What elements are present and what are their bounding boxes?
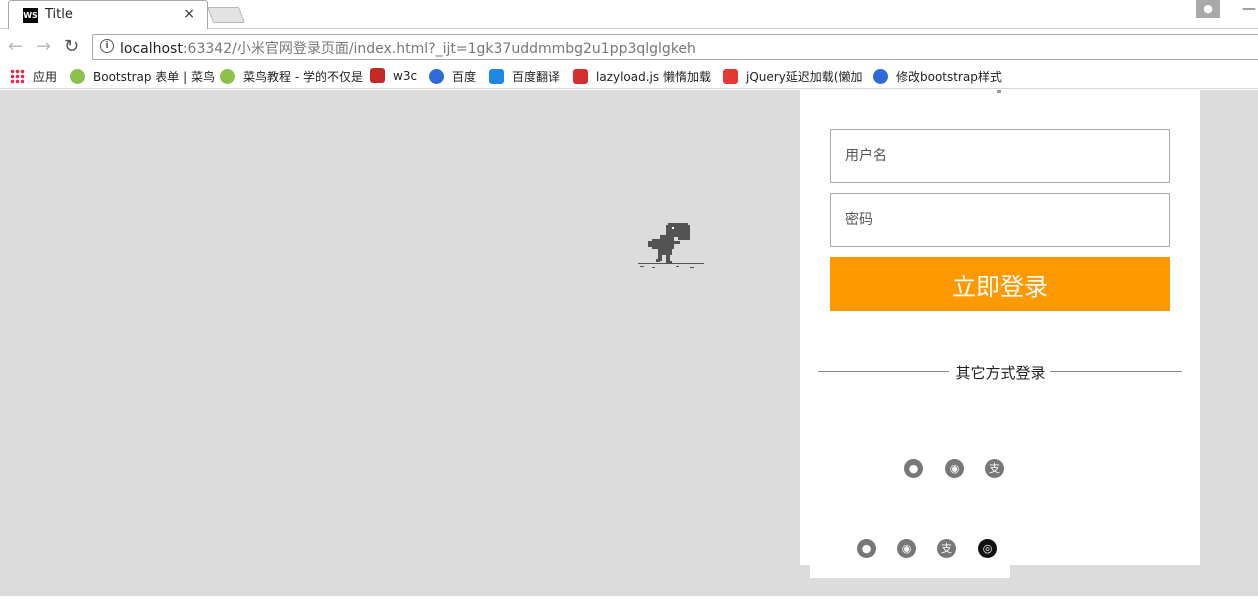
browser-tab[interactable]: WS Title × [8,0,208,30]
new-tab-button[interactable] [207,7,245,23]
w-icon [723,69,738,84]
forward-button[interactable]: → [36,36,51,57]
dino-icon [638,223,704,268]
divider-line-right [1050,371,1182,372]
baidu-paw-icon [429,69,444,84]
bookmark-apps[interactable]: 应用 [10,68,57,86]
tab-close-icon[interactable]: × [183,6,195,22]
webstorm-favicon-icon: WS [23,8,38,23]
login-panel: 立即登录 其它方式登录 ● ◉ 支 [800,90,1200,565]
tab-title: Title [45,7,73,22]
bookmark-item[interactable]: 修改bootstrap样式 [873,68,1002,86]
alipay-icon[interactable]: 支 [937,539,956,558]
qq-icon[interactable]: ● [904,459,923,478]
bookmark-label: 应用 [33,70,58,84]
runoob-icon [70,69,85,84]
bookmark-label: w3c [393,69,418,83]
bookmarks-bar: 应用 Bootstrap 表单 | 菜鸟 菜鸟教程 - 学的不仅是 w3c 百度… [0,64,1258,89]
address-bar[interactable]: i localhost:63342/小米官网登录页面/index.html?_i… [92,34,1258,60]
bookmark-item[interactable]: 百度 [429,68,476,86]
page-bottom-edge [0,596,1258,603]
bookmark-item[interactable]: jQuery延迟加载(懒加 [723,68,863,86]
browser-toolbar: ← → ↻ i localhost:63342/小米官网登录页面/index.h… [0,29,1258,64]
bookmark-label: Bootstrap 表单 | 菜鸟 [93,70,215,84]
translate-icon [489,69,504,84]
bookmark-item[interactable]: 百度翻译 [489,68,560,86]
duplicate-login-strip: ● ◉ 支 ◎ [810,525,1010,578]
wechat-icon[interactable]: ◎ [978,539,997,558]
other-login-divider: 其它方式登录 [818,362,1182,382]
username-input[interactable] [831,130,1169,182]
reload-button[interactable]: ↻ [64,36,79,57]
url-path: :63342/小米官网登录页面/index.html?_ijt=1gk37udd… [182,41,696,57]
minimize-button[interactable]: — [1242,1,1256,17]
panel-notch [997,90,1001,93]
w3c-icon [370,68,385,83]
url-text[interactable]: localhost:63342/小米官网登录页面/index.html?_ijt… [120,38,696,58]
tab-strip: WS Title × ● — [0,0,1258,30]
password-input[interactable] [831,194,1169,246]
runoob-icon [220,69,235,84]
bookmark-label: 修改bootstrap样式 [896,70,1002,84]
bookmark-label: 百度 [452,70,477,84]
bookmark-label: 菜鸟教程 - 学的不仅是 [243,70,363,84]
page-viewport: 立即登录 其它方式登录 ● ◉ 支 ● ◉ 支 ◎ [0,90,1258,596]
bookmark-label: jQuery延迟加载(懒加 [746,70,863,84]
profile-button[interactable]: ● [1196,0,1220,18]
csdn-icon [573,69,588,84]
back-button[interactable]: ← [8,36,23,57]
url-host: localhost [120,41,183,57]
alipay-icon[interactable]: 支 [985,459,1004,478]
other-login-label: 其它方式登录 [955,364,1046,382]
qq-icon[interactable]: ● [857,539,876,558]
login-button[interactable]: 立即登录 [830,257,1170,311]
bookmark-item[interactable]: Bootstrap 表单 | 菜鸟 [70,68,215,86]
bookmark-item[interactable]: 菜鸟教程 - 学的不仅是 [220,68,363,86]
bookmark-label: lazyload.js 懒惰加载 [596,70,711,84]
apps-grid-icon [10,69,25,84]
username-field[interactable] [830,129,1170,183]
bookmark-item[interactable]: lazyload.js 懒惰加载 [573,68,711,86]
info-icon[interactable]: i [100,39,114,53]
divider-line-left [818,371,949,372]
person-icon: ● [1203,2,1213,15]
weibo-icon[interactable]: ◉ [945,459,964,478]
password-field[interactable] [830,193,1170,247]
bookmark-label: 百度翻译 [512,70,561,84]
weibo-icon[interactable]: ◉ [897,539,916,558]
baidu-paw-icon [873,69,888,84]
bookmark-item[interactable]: w3c [370,68,417,86]
